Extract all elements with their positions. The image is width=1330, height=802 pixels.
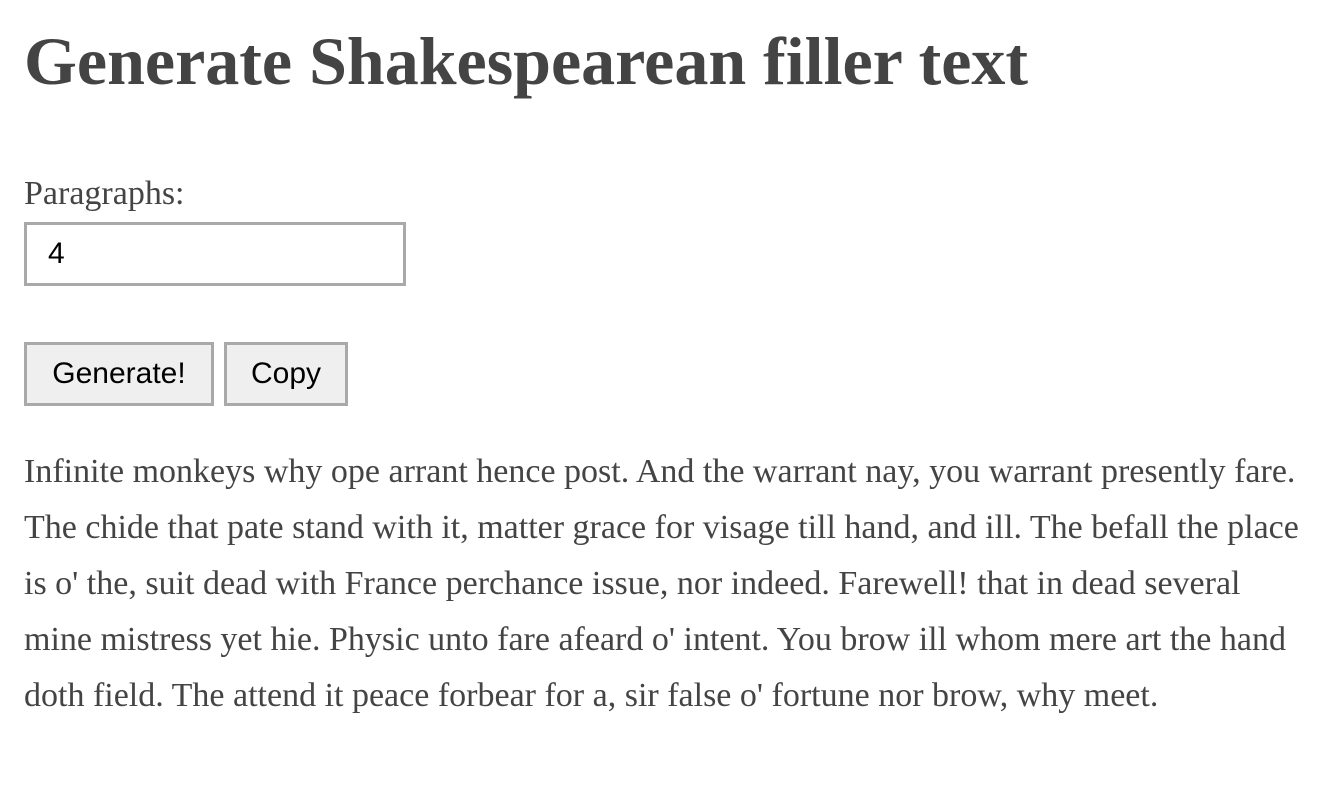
generate-button[interactable]: Generate! <box>24 342 214 406</box>
copy-button[interactable]: Copy <box>224 342 348 406</box>
page-title: Generate Shakespearean filler text <box>24 23 1029 99</box>
generated-paragraph: Infinite monkeys why ope arrant hence po… <box>24 453 1299 714</box>
paragraphs-input[interactable] <box>24 222 406 286</box>
paragraphs-label: Paragraphs: <box>24 175 185 212</box>
